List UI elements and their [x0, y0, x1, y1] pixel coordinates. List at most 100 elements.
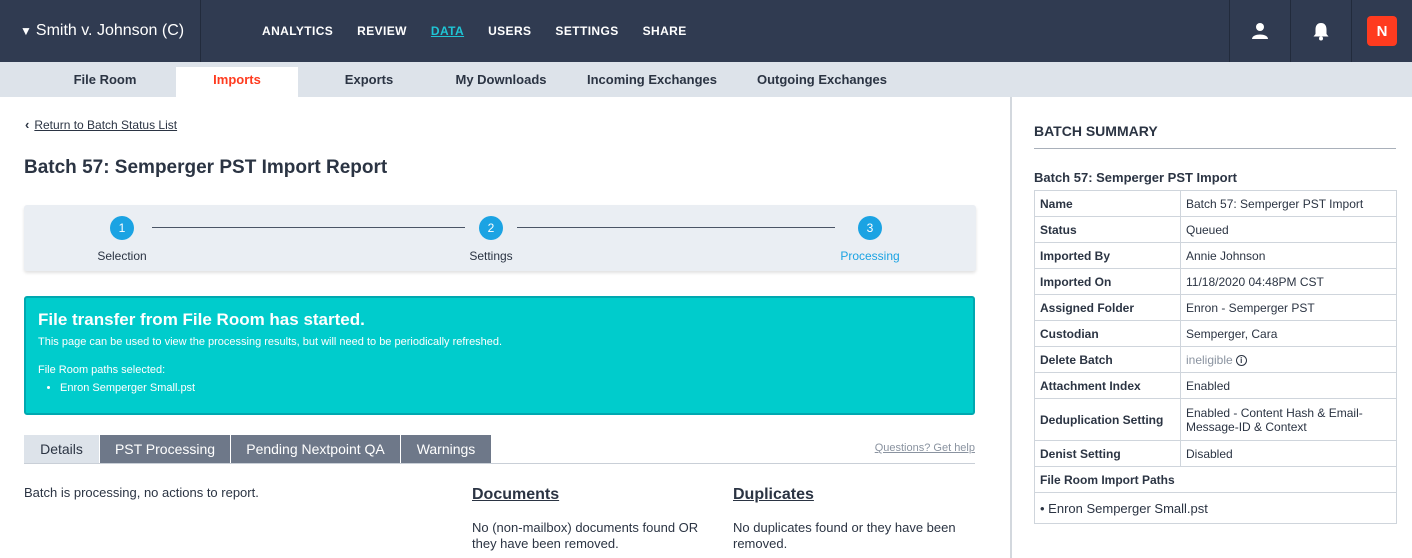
- chevron-left-icon: ‹: [25, 117, 30, 132]
- nav-data[interactable]: DATA: [431, 24, 464, 38]
- transfer-alert: File transfer from File Room has started…: [24, 296, 975, 415]
- documents-section: Documents No (non-mailbox) documents fou…: [472, 486, 712, 552]
- summary-key: Custodian: [1034, 320, 1181, 347]
- step-settings[interactable]: 2 Settings: [436, 216, 546, 263]
- status-text: Batch is processing, no actions to repor…: [24, 485, 259, 500]
- summary-key: Status: [1034, 216, 1181, 243]
- case-name: Smith v. Johnson (C): [35, 22, 185, 39]
- tab-pending-nextpoint-qa[interactable]: Pending Nextpoint QA: [231, 435, 400, 463]
- duplicates-text: No duplicates found or they have been re…: [733, 520, 956, 551]
- batch-summary-panel: BATCH SUMMARY Batch 57: Semperger PST Im…: [1010, 97, 1412, 558]
- table-row: Delete Batch ineligible i: [1034, 346, 1397, 373]
- step-label: Processing: [840, 249, 900, 263]
- progress-stepper: 1 Selection 2 Settings 3 Processing: [24, 205, 976, 271]
- summary-key: Imported By: [1034, 242, 1181, 269]
- summary-value: Queued: [1180, 216, 1397, 243]
- table-row: Attachment Index Enabled: [1034, 372, 1397, 399]
- step-label: Settings: [469, 249, 513, 263]
- summary-key: Attachment Index: [1034, 372, 1181, 399]
- alert-subtext: This page can be used to view the proces…: [38, 336, 503, 348]
- summary-paths-label: File Room Import Paths: [1034, 466, 1397, 493]
- back-link[interactable]: ‹ Return to Batch Status List: [25, 117, 177, 132]
- step-number: 3: [858, 216, 882, 240]
- nav-review[interactable]: REVIEW: [357, 24, 407, 38]
- table-row: Imported On 11/18/2020 04:48PM CST: [1034, 268, 1397, 295]
- table-row: Assigned Folder Enron - Semperger PST: [1034, 294, 1397, 321]
- nextpoint-logo-icon: N: [1367, 16, 1397, 46]
- top-bar: ▼ Smith v. Johnson (C) ANALYTICS REVIEW …: [0, 0, 1412, 62]
- summary-title: BATCH SUMMARY: [1034, 123, 1158, 139]
- table-row: File Room Import Paths: [1034, 466, 1397, 493]
- list-item: Enron Semperger Small.pst: [60, 382, 961, 394]
- table-row: Custodian Semperger, Cara: [1034, 320, 1397, 347]
- nav-share[interactable]: SHARE: [643, 24, 687, 38]
- summary-value: Enabled - Content Hash & Email-Message-I…: [1180, 398, 1397, 441]
- summary-table: Name Batch 57: Semperger PST Import Stat…: [1034, 190, 1397, 524]
- table-row: • Enron Semperger Small.pst: [1034, 492, 1397, 524]
- help-link[interactable]: Questions? Get help: [875, 442, 975, 454]
- summary-value: Semperger, Cara: [1180, 320, 1397, 347]
- app-logo-button[interactable]: N: [1351, 0, 1412, 62]
- case-selector[interactable]: ▼ Smith v. Johnson (C): [0, 0, 201, 62]
- step-connector: [152, 227, 465, 228]
- duplicates-heading[interactable]: Duplicates: [733, 486, 973, 504]
- tab-pst-processing[interactable]: PST Processing: [100, 435, 230, 463]
- summary-key: Imported On: [1034, 268, 1181, 295]
- subtab-outgoing-exchanges[interactable]: Outgoing Exchanges: [742, 67, 902, 97]
- step-label: Selection: [97, 249, 147, 263]
- table-row: Name Batch 57: Semperger PST Import: [1034, 190, 1397, 217]
- nav-users[interactable]: USERS: [488, 24, 531, 38]
- summary-value: Enron - Semperger PST: [1180, 294, 1397, 321]
- subtab-incoming-exchanges[interactable]: Incoming Exchanges: [572, 67, 732, 97]
- step-number: 1: [110, 216, 134, 240]
- bell-icon: [1313, 22, 1329, 40]
- user-menu-button[interactable]: [1229, 0, 1290, 62]
- caret-down-icon: ▼: [20, 24, 32, 38]
- main-nav: ANALYTICS REVIEW DATA USERS SETTINGS SHA…: [262, 0, 711, 62]
- step-selection[interactable]: 1 Selection: [67, 216, 177, 263]
- summary-path: Enron Semperger Small.pst: [1048, 500, 1208, 516]
- table-row: Denist Setting Disabled: [1034, 440, 1397, 467]
- notifications-button[interactable]: [1290, 0, 1351, 62]
- summary-batch-name: Batch 57: Semperger PST Import: [1034, 170, 1237, 185]
- nav-settings[interactable]: SETTINGS: [555, 24, 618, 38]
- step-number: 2: [479, 216, 503, 240]
- summary-key: Name: [1034, 190, 1181, 217]
- step-connector: [517, 227, 835, 228]
- summary-path-cell: • Enron Semperger Small.pst: [1034, 492, 1397, 524]
- subtab-my-downloads[interactable]: My Downloads: [440, 67, 562, 97]
- user-icon: [1252, 23, 1268, 39]
- info-icon[interactable]: i: [1235, 354, 1247, 366]
- summary-key: Deduplication Setting: [1034, 398, 1181, 441]
- subtab-imports[interactable]: Imports: [176, 67, 298, 97]
- step-processing[interactable]: 3 Processing: [815, 216, 925, 263]
- table-row: Deduplication Setting Enabled - Content …: [1034, 398, 1397, 441]
- summary-value: Batch 57: Semperger PST Import: [1180, 190, 1397, 217]
- duplicates-section: Duplicates No duplicates found or they h…: [733, 486, 973, 552]
- documents-heading[interactable]: Documents: [472, 486, 712, 504]
- alert-heading: File transfer from File Room has started…: [38, 310, 365, 329]
- summary-key: Delete Batch: [1034, 346, 1181, 373]
- page-title: Batch 57: Semperger PST Import Report: [24, 157, 388, 178]
- detail-tabs: Details PST Processing Pending Nextpoint…: [24, 435, 975, 464]
- summary-value-cell: ineligible i: [1180, 346, 1397, 373]
- summary-value: Enabled: [1180, 372, 1397, 399]
- subtab-exports[interactable]: Exports: [308, 67, 430, 97]
- alert-paths-label: File Room paths selected:: [38, 364, 166, 376]
- sub-nav: File Room Imports Exports My Downloads I…: [0, 62, 1412, 97]
- summary-value: 11/18/2020 04:48PM CST: [1180, 268, 1397, 295]
- summary-key: Denist Setting: [1034, 440, 1181, 467]
- back-link-label: Return to Batch Status List: [34, 117, 178, 132]
- summary-value: Disabled: [1180, 440, 1397, 467]
- alert-paths-list: Enron Semperger Small.pst: [38, 382, 961, 394]
- summary-value: Annie Johnson: [1180, 242, 1397, 269]
- table-row: Status Queued: [1034, 216, 1397, 243]
- documents-text: No (non-mailbox) documents found OR they…: [472, 520, 699, 551]
- tab-warnings[interactable]: Warnings: [401, 435, 491, 463]
- subtab-file-room[interactable]: File Room: [44, 67, 166, 97]
- divider: [1034, 148, 1396, 149]
- tab-details[interactable]: Details: [24, 435, 99, 463]
- nav-analytics[interactable]: ANALYTICS: [262, 24, 333, 38]
- table-row: Imported By Annie Johnson: [1034, 242, 1397, 269]
- summary-key: Assigned Folder: [1034, 294, 1181, 321]
